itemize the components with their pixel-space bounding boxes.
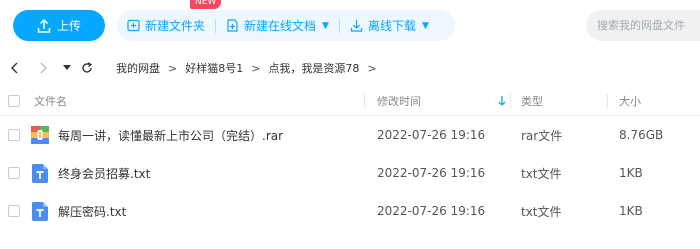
file-table-header: 文件名 修改时间 类型 大小 — [0, 86, 700, 116]
chevron-right-icon: > — [367, 61, 377, 75]
row-checkbox[interactable] — [8, 192, 20, 230]
navigation-bar: 我的网盘 > 好样猫8号1 > 点我，我是资源78 > — [0, 54, 700, 82]
file-type: txt文件 — [521, 166, 562, 181]
column-divider — [607, 94, 608, 108]
text-file-icon — [32, 154, 48, 192]
file-name[interactable]: 解压密码.txt — [58, 192, 126, 230]
column-header-name[interactable]: 文件名 — [34, 86, 67, 116]
back-icon[interactable] — [6, 54, 24, 82]
row-checkbox[interactable] — [8, 154, 20, 192]
chevron-down-icon: ▼ — [322, 20, 329, 31]
upload-icon — [37, 18, 51, 33]
offline-download-button[interactable]: 离线下载 ▼ — [340, 10, 439, 41]
new-online-doc-label: 新建在线文档 — [244, 19, 317, 33]
file-modified: 2022-07-26 19:16 — [377, 204, 486, 218]
search-input[interactable]: 搜索我的网盘文件 — [586, 10, 700, 41]
column-divider — [364, 94, 365, 108]
file-size: 1KB — [619, 204, 643, 218]
file-modified: 2022-07-26 19:16 — [377, 166, 486, 180]
archive-icon — [31, 116, 49, 154]
refresh-icon[interactable] — [78, 54, 96, 82]
upload-button[interactable]: 上传 — [13, 10, 105, 41]
sort-down-icon[interactable] — [498, 86, 506, 116]
new-folder-label: 新建文件夹 — [145, 19, 206, 33]
new-folder-icon — [127, 19, 140, 32]
breadcrumb-item-folder[interactable]: 好样猫8号1 — [185, 60, 243, 76]
offline-download-label: 离线下载 — [367, 19, 416, 33]
file-size: 1KB — [619, 166, 643, 180]
row-checkbox[interactable] — [8, 116, 20, 154]
new-doc-icon — [226, 19, 239, 32]
chevron-down-icon: ▼ — [421, 20, 429, 31]
file-row[interactable]: 每周一讲，读懂最新上市公司（完结）.rar 2022-07-26 19:16 r… — [0, 116, 700, 154]
file-name[interactable]: 终身会员招募.txt — [58, 154, 150, 192]
file-type: rar文件 — [521, 128, 563, 143]
file-modified: 2022-07-26 19:16 — [377, 128, 486, 142]
select-all-checkbox[interactable] — [8, 86, 20, 116]
new-folder-button[interactable]: 新建文件夹 — [117, 10, 215, 41]
column-divider — [510, 94, 511, 108]
action-group: 新建文件夹 新建在线文档 ▼ 离线下载 ▼ — [117, 10, 455, 41]
new-online-doc-button[interactable]: 新建在线文档 ▼ — [216, 10, 339, 41]
file-row[interactable]: 终身会员招募.txt 2022-07-26 19:16 txt文件 1KB — [0, 154, 700, 192]
chevron-right-icon: > — [168, 61, 178, 75]
chevron-right-icon: > — [251, 61, 261, 75]
file-size: 8.76GB — [619, 128, 664, 142]
column-header-type[interactable]: 类型 — [521, 86, 543, 116]
text-file-icon — [32, 192, 48, 230]
column-header-size[interactable]: 大小 — [619, 86, 641, 116]
breadcrumb: 我的网盘 > 好样猫8号1 > 点我，我是资源78 > — [116, 54, 377, 82]
download-icon — [350, 19, 363, 32]
forward-icon[interactable] — [34, 54, 52, 82]
file-row[interactable]: 解压密码.txt 2022-07-26 19:16 txt文件 1KB — [0, 192, 700, 230]
upload-label: 上传 — [56, 19, 81, 33]
new-badge: NEW — [190, 0, 222, 9]
file-type: txt文件 — [521, 204, 562, 219]
file-name[interactable]: 每周一讲，读懂最新上市公司（完结）.rar — [58, 116, 283, 154]
toolbar: 上传 新建文件夹 新建在线文档 ▼ 离线下载 ▼ NEW 搜索我的网盘文件 — [0, 0, 700, 50]
column-header-modified[interactable]: 修改时间 — [377, 86, 421, 116]
breadcrumb-item-root[interactable]: 我的网盘 — [116, 60, 160, 76]
history-dropdown-icon[interactable] — [60, 54, 74, 82]
breadcrumb-item-current[interactable]: 点我，我是资源78 — [268, 60, 359, 76]
